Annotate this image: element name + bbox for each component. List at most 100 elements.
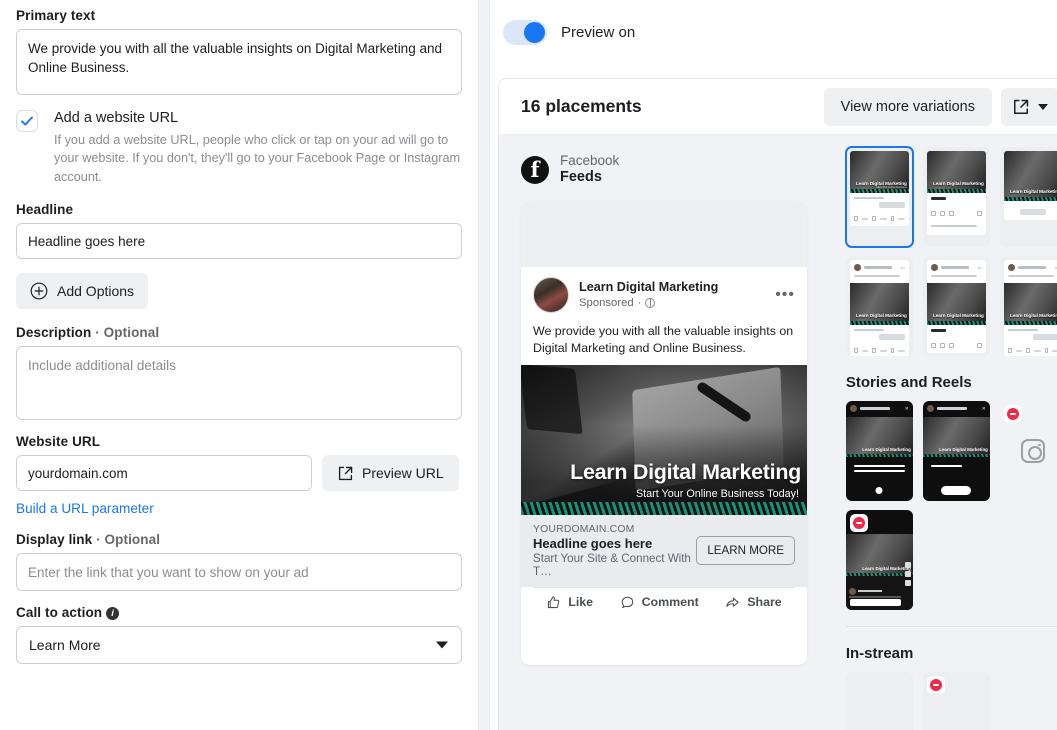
thumbnail-bar xyxy=(859,407,890,410)
preview-toggle[interactable] xyxy=(503,19,547,45)
ad-link-area[interactable]: YOURDOMAIN.COM Headline goes here Start … xyxy=(521,514,807,587)
thumbnail-action-icon xyxy=(939,342,945,348)
like-action[interactable]: Like xyxy=(546,595,593,610)
like-label: Like xyxy=(568,595,594,610)
website-url-input[interactable] xyxy=(16,455,312,492)
preview-header-actions: View more variations xyxy=(823,87,1057,126)
placement-thumbnail[interactable]: Learn Digital Marketing xyxy=(922,147,990,247)
thumbnail-action-icon xyxy=(1044,348,1049,353)
thumbnail-bar xyxy=(1052,349,1057,352)
external-link-icon xyxy=(1014,99,1029,114)
placement-thumbnail[interactable]: Learn Digital Marketing xyxy=(845,510,913,610)
display-link-input[interactable] xyxy=(16,553,462,592)
close-icon: ✕ xyxy=(981,405,986,412)
preview-url-button[interactable]: Preview URL xyxy=(322,455,459,492)
placement-thumbnail[interactable]: ••• Learn Digital Marketing xyxy=(922,256,990,356)
creative-title: Learn Digital Marketing xyxy=(570,459,801,484)
thumbnail-bar xyxy=(863,266,892,269)
headline-label: Headline xyxy=(16,202,74,218)
chevron-down-icon xyxy=(1038,103,1048,110)
call-to-action-field: Call to action i Learn More xyxy=(16,605,462,665)
placement-thumbnail[interactable]: ••• Learn Digital Marketing xyxy=(845,256,913,356)
thumbs-up-icon xyxy=(904,562,911,568)
thumbnail-action-icon xyxy=(976,342,982,348)
add-website-url-checkbox[interactable] xyxy=(16,110,38,132)
avatar xyxy=(853,264,861,271)
thumbnail-bar xyxy=(861,349,869,352)
placement-thumbnail-unavailable[interactable] xyxy=(922,672,990,730)
thumbnail-action-icon xyxy=(890,216,895,221)
post-identity: Learn Digital Marketing Sponsored · xyxy=(579,280,718,310)
avatar xyxy=(849,405,857,412)
thumbnail-creative-title: Learn Digital Marketing xyxy=(933,181,984,186)
display-link-label-text: Display link xyxy=(16,532,93,548)
error-badge-icon xyxy=(926,676,945,694)
add-options-label: Add Options xyxy=(57,283,135,300)
thumbnail-actions xyxy=(850,345,909,356)
preview-toggle-knob xyxy=(524,21,545,43)
placement-thumbnail[interactable]: Learn Digital Marketing xyxy=(999,147,1057,247)
thumbnail-card: ••• Learn Digital Marketing xyxy=(1003,260,1057,356)
open-preview-dropdown-button[interactable] xyxy=(1001,87,1057,126)
placement-thumbnail[interactable]: ✕ Learn Digital Marketing xyxy=(922,401,990,501)
placement-thumbnail[interactable]: Learn Digital Marketing Start Your Onlin… xyxy=(844,146,914,248)
story-text-lines xyxy=(853,465,905,475)
facebook-logo-icon: f xyxy=(521,156,549,185)
add-website-url-title: Add a website URL xyxy=(54,110,179,126)
globe-icon xyxy=(645,298,656,309)
creative-stripe-band xyxy=(521,501,807,515)
comment-icon xyxy=(904,571,911,577)
thumbnail-bar xyxy=(853,465,905,467)
preview-url-label: Preview URL xyxy=(362,465,444,482)
thumbnail-creative-title: Learn Digital Marketing xyxy=(1010,189,1057,194)
thumbnail-card: ••• Learn Digital Marketing xyxy=(849,260,909,356)
story-cta-pill xyxy=(941,486,972,495)
website-url-field: Website URL Preview URL Build a URL para… xyxy=(16,434,462,518)
thumbnail-cta xyxy=(878,334,905,340)
thumbnail-bar xyxy=(857,589,882,592)
thumbnail-link-block xyxy=(1004,201,1057,220)
primary-text-field: Primary text We provide you with all the… xyxy=(16,0,462,95)
post-meta: Sponsored · xyxy=(579,296,718,311)
description-input[interactable] xyxy=(16,346,462,421)
description-optional-tag: · Optional xyxy=(95,325,160,341)
thumbnail-bar xyxy=(930,197,947,200)
thumbnail-card: Learn Digital Marketing xyxy=(926,151,986,235)
headline-input[interactable] xyxy=(16,223,462,260)
avatar xyxy=(533,277,569,314)
link-headline: Headline goes here xyxy=(533,535,653,551)
more-options-icon: ••• xyxy=(900,265,905,270)
info-icon[interactable]: i xyxy=(106,607,120,621)
placement-thumbnail[interactable]: ••• Learn Digital Marketing xyxy=(999,256,1057,356)
comment-action[interactable]: Comment xyxy=(620,595,699,610)
share-label: Share xyxy=(747,595,782,610)
thumbnail-post-header: ••• xyxy=(927,260,986,275)
thumbnail-bar xyxy=(1017,266,1046,269)
thumbnail-creative-title: Learn Digital Marketing xyxy=(933,313,984,318)
share-action[interactable]: Share xyxy=(725,595,782,610)
thumbnail-creative: Learn Digital Marketing Start Your Onlin… xyxy=(849,151,909,193)
thumbnail-action-icon xyxy=(1007,348,1012,353)
placement-thumbnail-unavailable[interactable] xyxy=(999,401,1057,501)
primary-text-input[interactable]: We provide you with all the valuable ins… xyxy=(16,29,462,95)
description-field: Description · Optional xyxy=(16,325,462,421)
preview-card-header: 16 placements View more variations xyxy=(499,79,1057,135)
comment-icon xyxy=(621,596,633,608)
view-more-variations-button[interactable]: View more variations xyxy=(823,87,992,126)
thumbnail-action-icon xyxy=(939,210,945,216)
thumbnail-bar xyxy=(879,349,887,352)
thumbnail-actions xyxy=(927,208,986,221)
add-options-button[interactable]: Add Options xyxy=(16,273,149,310)
placement-thumbnail[interactable] xyxy=(845,672,913,730)
thumbnail-creative-title: Learn Digital Marketing xyxy=(1010,313,1057,318)
error-badge-icon xyxy=(1003,405,1022,423)
cta-button[interactable]: LEARN MORE xyxy=(696,536,795,566)
call-to-action-select[interactable]: Learn More xyxy=(16,626,462,665)
placement-thumbnail[interactable]: ✕ Learn Digital Marketing xyxy=(845,401,913,501)
post-more-options-icon[interactable]: ••• xyxy=(775,287,795,303)
thumbnail-text xyxy=(927,275,986,283)
build-url-parameter-link[interactable]: Build a URL parameter xyxy=(16,501,154,516)
thumbnail-card: Learn Digital Marketing xyxy=(1003,151,1057,220)
add-website-url-checkbox-row[interactable]: Add a website URL If you add a website U… xyxy=(16,109,462,186)
website-url-row: Preview URL xyxy=(16,455,462,492)
